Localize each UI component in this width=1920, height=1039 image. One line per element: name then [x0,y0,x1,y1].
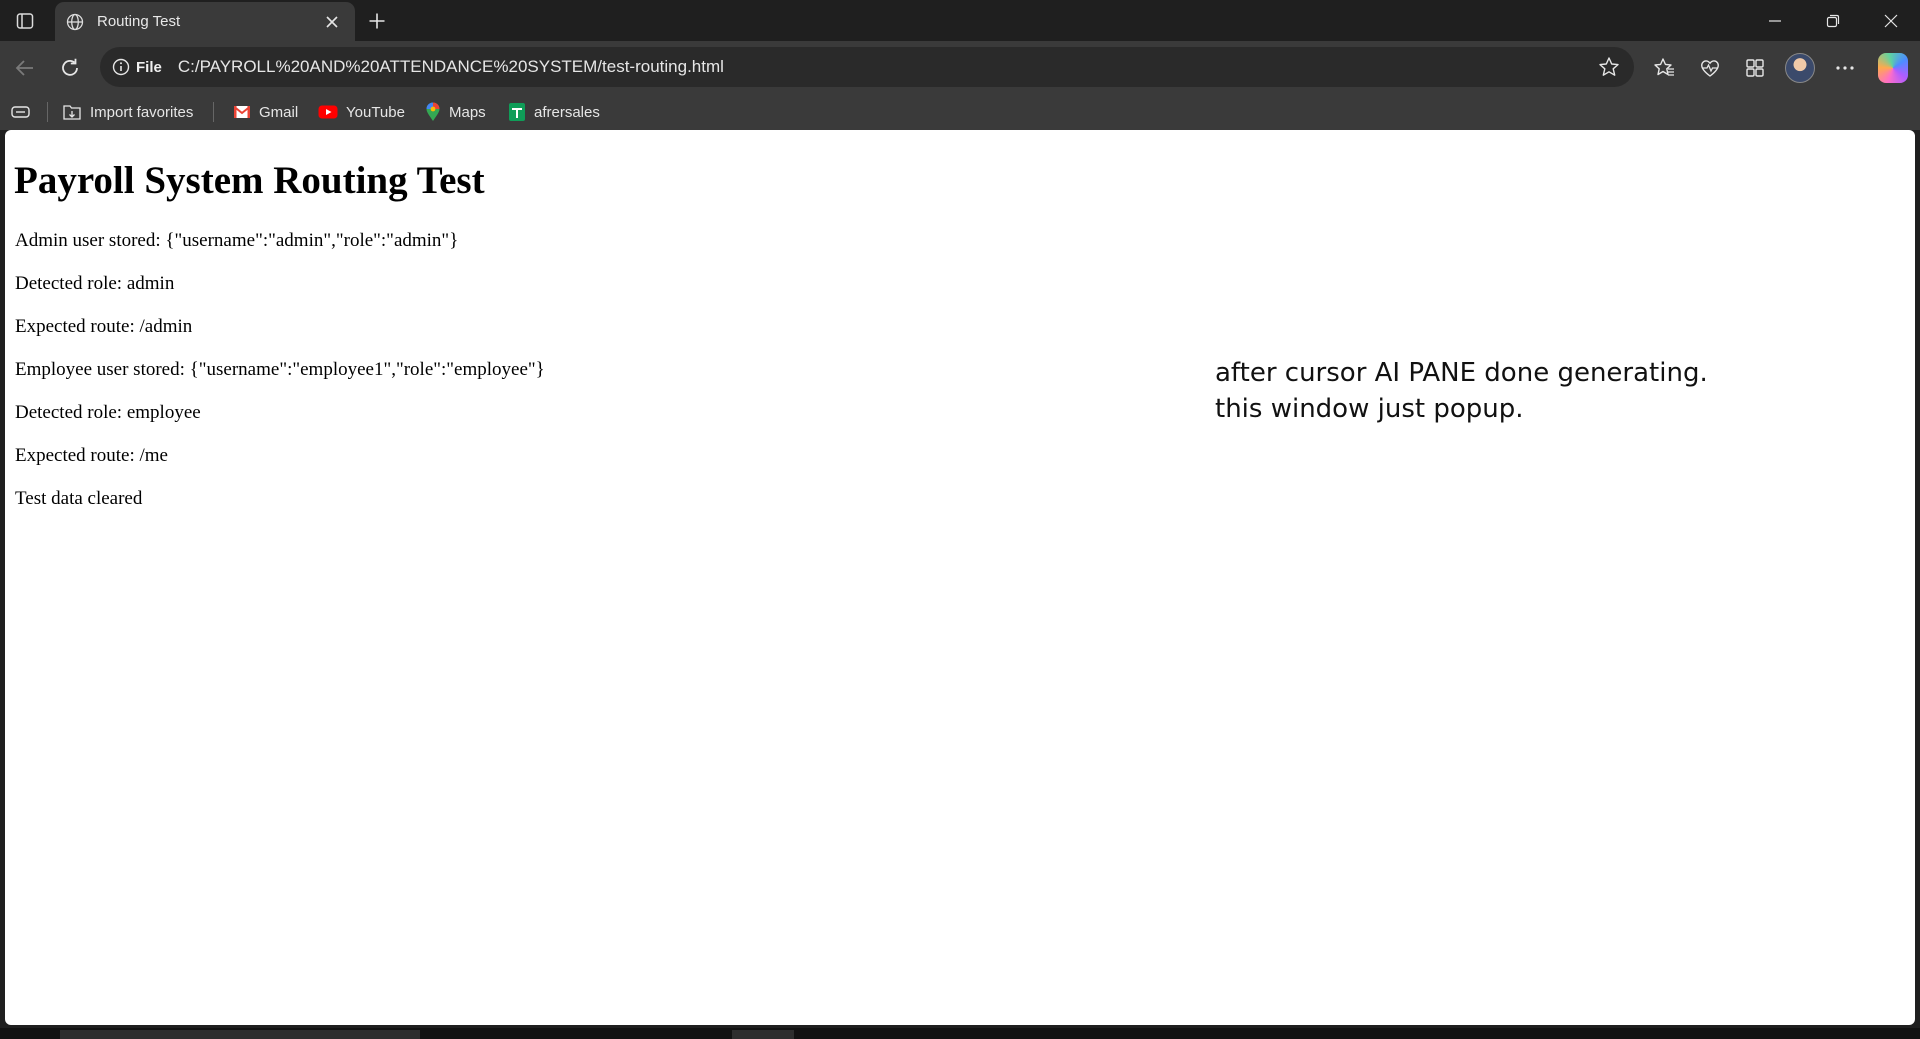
navigation-toolbar: File C:/PAYROLL%20AND%20ATTENDANCE%20SYS… [0,41,1920,94]
annotation-line: after cursor AI PANE done generating. [1215,358,1708,388]
tab-actions-button[interactable] [10,8,40,34]
tab-actions-icon [16,13,34,29]
site-info-button[interactable]: File [112,58,162,76]
favorites-bar: Import favorites Gmail YouTube Maps afre… [0,94,1920,130]
refresh-icon [62,58,78,76]
gmail-icon [233,106,251,118]
favorite-gmail[interactable]: Gmail [233,99,298,125]
annotation-line: this window just popup. [1215,394,1524,424]
favorites-separator [47,102,48,122]
heart-pulse-icon [1701,60,1719,77]
favorite-afrersales[interactable]: afrersales [508,99,600,125]
import-icon [63,105,81,120]
plus-icon [369,13,385,29]
log-line: Detected role: admin [15,273,175,294]
browser-essentials-button[interactable] [1693,51,1727,85]
close-icon [326,15,338,28]
settings-more-button[interactable] [1828,51,1862,85]
address-bar[interactable]: File C:/PAYROLL%20AND%20ATTENDANCE%20SYS… [100,47,1634,87]
favorite-label: Maps [449,103,486,121]
new-tab-button[interactable] [362,7,392,35]
favorite-import-favorites[interactable]: Import favorites [62,99,193,125]
close-tab-button[interactable] [319,9,345,35]
favorite-maps[interactable]: Maps [425,99,486,125]
log-line: Admin user stored: {"username":"admin","… [15,230,459,251]
youtube-icon [318,105,338,119]
favorite-label: Gmail [259,103,299,121]
log-line: Expected route: /me [15,445,168,466]
log-line: Test data cleared [15,488,143,509]
page-title: Payroll System Routing Test [14,159,485,202]
log-line: Employee user stored: {"username":"emplo… [15,359,545,380]
tab-title: Routing Test [97,13,181,30]
close-window-button[interactable] [1862,0,1920,41]
log-line: Detected role: employee [15,402,201,423]
collections-button[interactable] [1738,51,1772,85]
favorite-label: afrersales [534,103,600,121]
copilot-icon[interactable] [1878,53,1908,83]
taskbar-item[interactable] [732,1030,794,1039]
star-icon [1599,57,1619,76]
favorites-separator [213,102,214,122]
maps-icon [426,102,440,121]
restore-icon [1826,14,1840,27]
taskbar-item[interactable] [60,1030,420,1039]
favorite-label: Import favorites [90,103,194,121]
page-viewport: Payroll System Routing Test Admin user s… [5,130,1915,1025]
restore-button[interactable] [1804,0,1862,41]
refresh-button[interactable] [53,51,87,85]
favorites-button[interactable] [1647,51,1681,85]
profile-avatar[interactable] [1785,53,1815,83]
log-line: Expected route: /admin [15,316,193,337]
url-text[interactable]: C:/PAYROLL%20AND%20ATTENDANCE%20SYSTEM/t… [178,57,724,77]
sheets-icon [509,103,525,121]
globe-icon [65,12,85,32]
browser-window: Routing Test File C:/PAYROLL%20AND%20ATT… [0,0,1920,1039]
site-info-label: File [136,58,162,76]
more-dots-icon [1836,66,1854,70]
collections-icon [1746,59,1764,77]
minimize-button[interactable] [1746,0,1804,41]
tab-search-icon [11,106,30,118]
reading-view-button[interactable] [10,99,32,125]
tab-routing-test[interactable]: Routing Test [55,2,355,41]
back-button[interactable] [8,51,42,85]
minimize-icon [1769,19,1781,22]
favorites-star-icon [1654,58,1674,76]
back-arrow-icon [15,60,33,76]
close-icon [1884,14,1898,27]
favorite-label: YouTube [346,103,405,121]
info-icon [112,58,130,76]
favorite-youtube[interactable]: YouTube [318,99,405,125]
title-bar: Routing Test [0,0,1920,41]
add-favorite-button[interactable] [1596,54,1622,80]
screenshot-annotation: after cursor AI PANE done generating. th… [1215,355,1708,427]
